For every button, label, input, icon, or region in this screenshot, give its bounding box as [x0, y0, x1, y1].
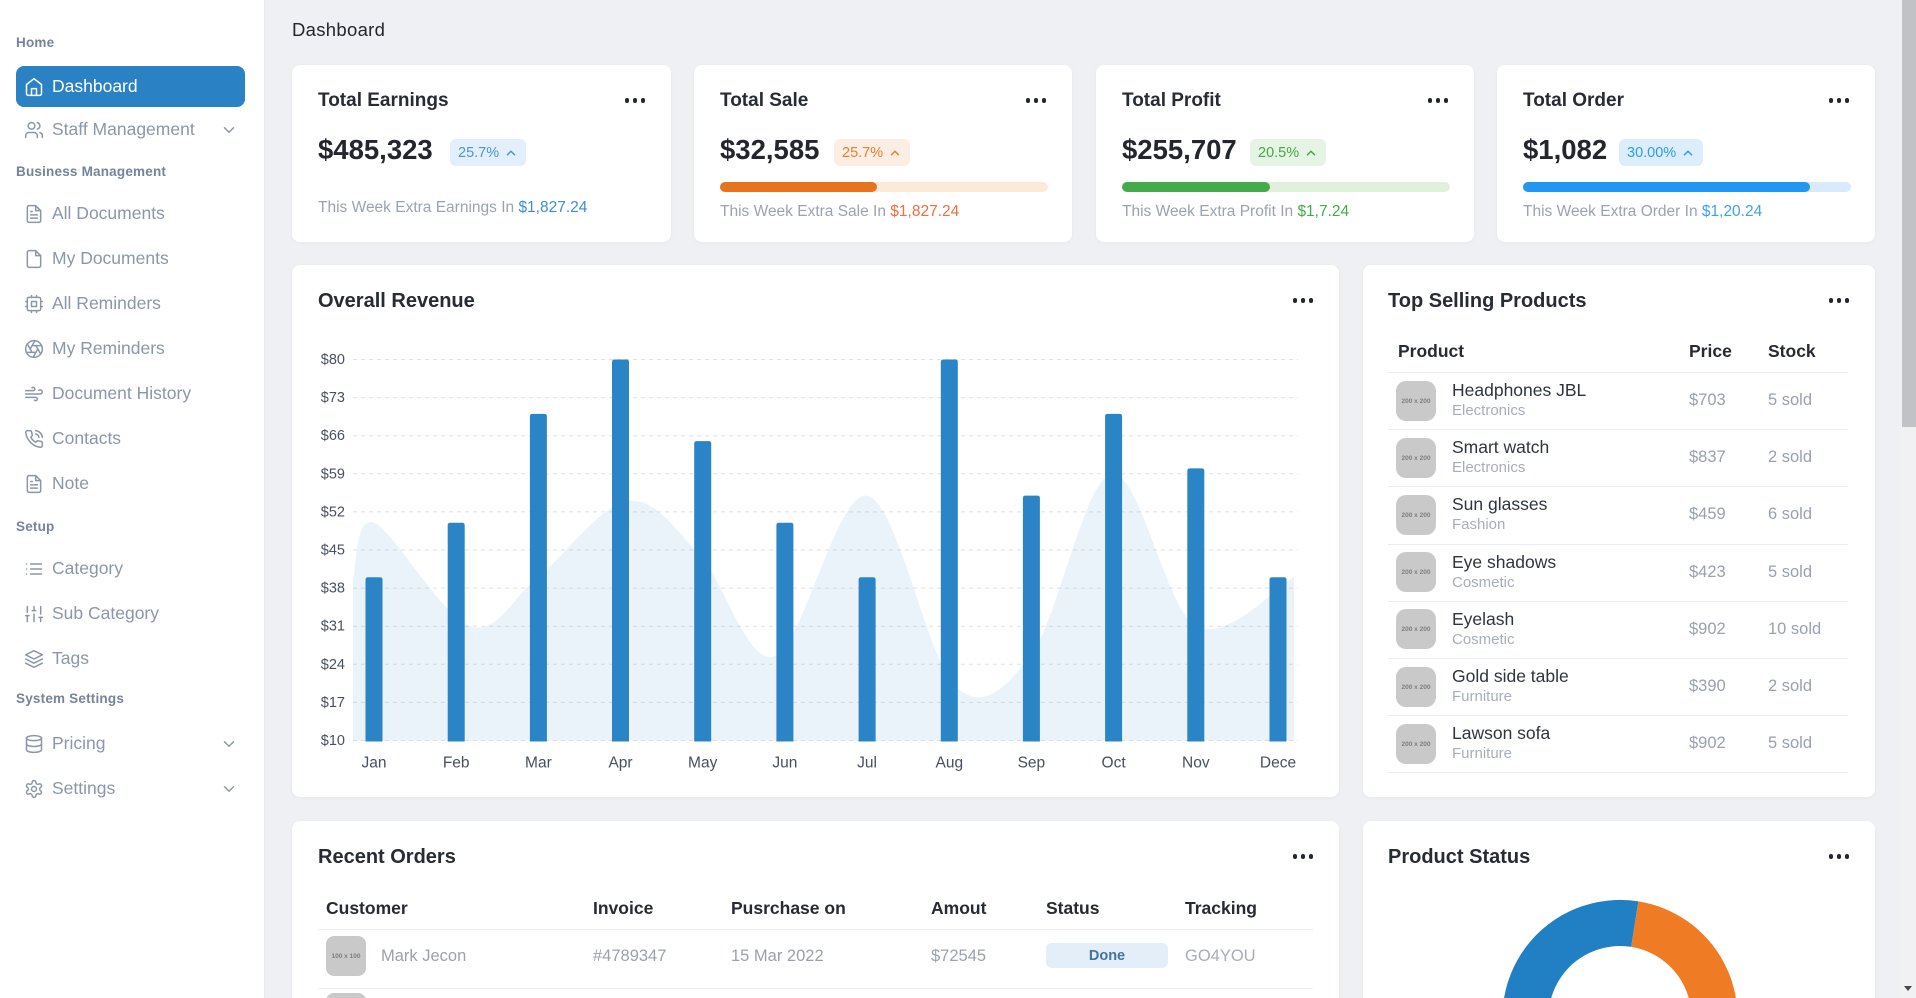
svg-text:Nov: Nov: [1182, 755, 1210, 772]
svg-text:Jul: Jul: [857, 755, 877, 772]
svg-text:$52: $52: [321, 504, 345, 520]
svg-text:$80: $80: [321, 352, 345, 368]
svg-text:Mar: Mar: [525, 755, 552, 772]
svg-text:Jun: Jun: [772, 755, 797, 772]
svg-text:Sep: Sep: [1018, 755, 1046, 772]
svg-text:$24: $24: [321, 657, 345, 673]
svg-text:Jan: Jan: [362, 755, 387, 772]
svg-text:Aug: Aug: [936, 755, 964, 772]
svg-text:$17: $17: [321, 695, 345, 711]
svg-text:Apr: Apr: [608, 755, 632, 772]
svg-text:$38: $38: [321, 581, 345, 597]
svg-text:Feb: Feb: [443, 755, 470, 772]
svg-text:$31: $31: [321, 619, 345, 635]
svg-text:May: May: [688, 755, 718, 772]
svg-text:$45: $45: [321, 543, 345, 559]
svg-text:$59: $59: [321, 466, 345, 482]
svg-text:$73: $73: [321, 390, 345, 406]
svg-text:$66: $66: [321, 428, 345, 444]
svg-text:Dece: Dece: [1260, 755, 1296, 772]
svg-text:$10: $10: [321, 733, 345, 749]
svg-text:Oct: Oct: [1102, 755, 1127, 772]
